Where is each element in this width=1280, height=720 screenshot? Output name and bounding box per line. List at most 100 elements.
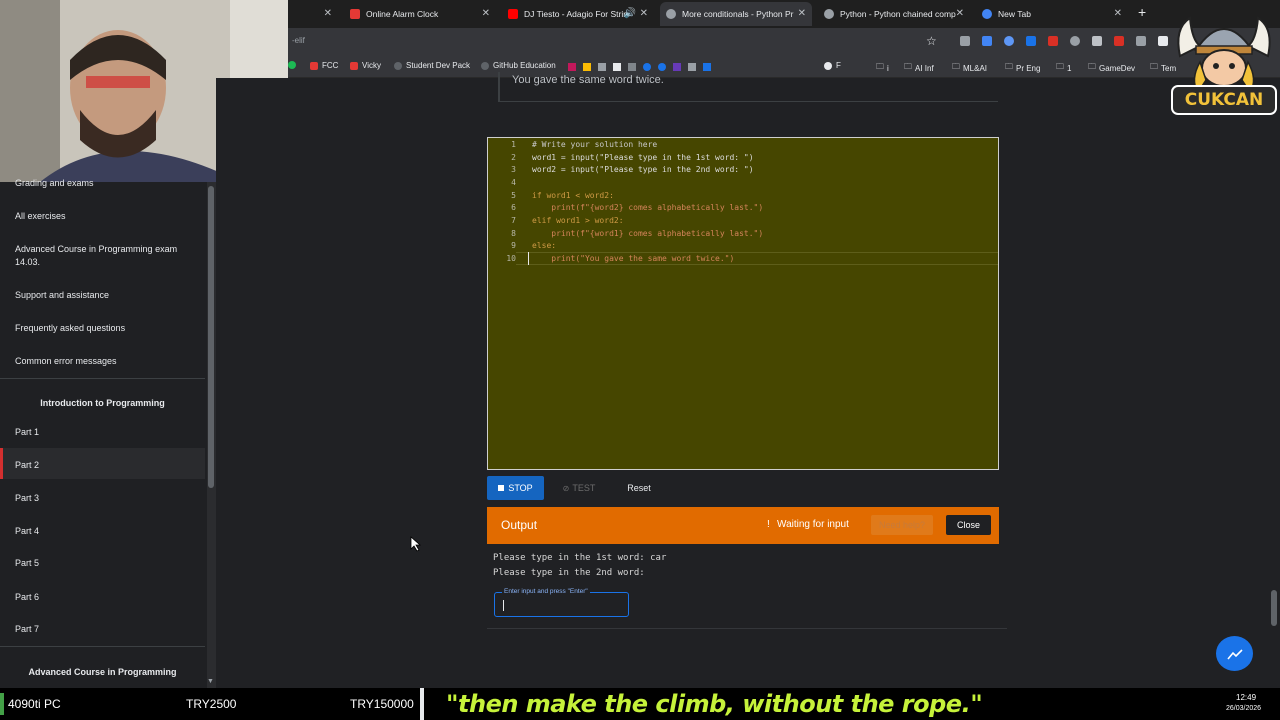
close-icon[interactable]: ✕ — [798, 8, 806, 19]
new-tab-button[interactable]: + — [1138, 4, 1146, 20]
shield-icon[interactable] — [1092, 36, 1102, 46]
bookmark-vicky[interactable]: Vicky — [350, 61, 381, 70]
extension-icon[interactable] — [1070, 36, 1080, 46]
bookmark-icon[interactable] — [703, 63, 711, 71]
need-help-button[interactable]: Need help? — [871, 515, 933, 535]
sidebar-item-exam[interactable]: Advanced Course in Programming exam 14.0… — [15, 243, 195, 269]
folder-icon: 🗀 — [1056, 62, 1064, 71]
adblock-icon[interactable] — [1048, 36, 1058, 46]
text-cursor — [528, 252, 529, 265]
trending-icon — [1226, 648, 1243, 660]
sidebar-section-advanced: Advanced Course in Programming — [28, 667, 177, 677]
code-line[interactable]: print(f"{word2} comes alphabetically las… — [532, 203, 763, 212]
tab-partial[interactable]: ✕ — [300, 2, 338, 26]
sidebar-item-all-exercises[interactable]: All exercises — [15, 211, 66, 221]
code-line[interactable]: # Write your solution here — [532, 140, 657, 149]
close-icon[interactable]: ✕ — [640, 8, 648, 19]
status-indicator — [0, 693, 4, 715]
sidebar-item-support[interactable]: Support and assistance — [15, 290, 109, 300]
bookmark-fcc[interactable]: FCC — [310, 61, 338, 70]
bookmark-folder-gamedev[interactable]: 🗀 GameDev — [1088, 61, 1135, 75]
close-icon[interactable]: ✕ — [956, 8, 964, 19]
bookmark-label: 1 — [1067, 63, 1072, 73]
close-icon[interactable]: ✕ — [324, 8, 332, 19]
stats-fab-button[interactable] — [1216, 636, 1253, 671]
extension-icon[interactable] — [1004, 36, 1014, 46]
bookmark-github-education[interactable]: GitHub Education — [481, 61, 556, 70]
tab-more-conditionals[interactable]: More conditionals - Python Pr ✕ — [660, 2, 812, 26]
sidebar-item-part-7[interactable]: Part 7 — [15, 624, 39, 634]
youtube-icon — [508, 9, 518, 19]
scroll-down-arrow-icon[interactable]: ▼ — [207, 678, 214, 685]
spotify-icon — [288, 61, 296, 69]
github-icon — [394, 61, 402, 70]
puzzle-icon[interactable] — [1158, 36, 1168, 46]
bookmark-icon[interactable] — [688, 63, 696, 71]
url-text[interactable]: -elif — [292, 36, 305, 45]
code-line[interactable]: word1 = input("Please type in the 1st wo… — [532, 153, 754, 162]
line-number: 2 — [511, 153, 516, 162]
output-title: Output — [501, 518, 538, 532]
tab-new-tab[interactable]: New Tab ✕ — [976, 2, 1128, 26]
bookmark-f[interactable]: F — [824, 61, 841, 70]
bookmark-icon[interactable] — [628, 63, 636, 71]
sidebar-item-error-messages[interactable]: Common error messages — [15, 356, 117, 366]
input-cursor — [503, 600, 504, 611]
code-line[interactable]: word2 = input("Please type in the 2nd wo… — [532, 165, 754, 174]
bookmark-icon[interactable] — [673, 63, 681, 71]
tab-python-chained[interactable]: Python - Python chained comp ✕ — [818, 2, 970, 26]
code-editor[interactable]: 1 2 3 4 5 6 7 8 9 10 # Write your soluti… — [487, 137, 999, 470]
close-icon[interactable]: ✕ — [482, 8, 490, 19]
sidebar-item-part-2[interactable]: Part 2 — [15, 460, 39, 470]
bookmark-folder-pr-eng[interactable]: 🗀 Pr Eng — [1005, 61, 1040, 75]
bookmark-icon[interactable] — [568, 63, 576, 71]
close-icon[interactable]: ✕ — [1114, 8, 1122, 19]
test-icon: ⊘ — [562, 483, 570, 493]
mute-icon[interactable]: 🔊 — [624, 8, 636, 19]
tab-alarm-clock[interactable]: Online Alarm Clock ✕ — [344, 2, 496, 26]
test-button[interactable]: ⊘ TEST — [556, 476, 602, 500]
code-line[interactable]: print(f"{word1} comes alphabetically las… — [532, 229, 763, 238]
bookmark-folder-1[interactable]: 🗀 1 — [1056, 61, 1071, 75]
mouse-cursor-icon — [410, 536, 422, 552]
extension-icon[interactable] — [982, 36, 992, 46]
extension-icon[interactable] — [1136, 36, 1146, 46]
output-body: Please type in the 1st word: car Please … — [487, 544, 999, 628]
sidebar-item-faq[interactable]: Frequently asked questions — [15, 323, 125, 333]
bookmark-icon[interactable] — [643, 63, 651, 71]
sidebar-item-part-5[interactable]: Part 5 — [15, 558, 39, 568]
close-output-button[interactable]: Close — [946, 515, 991, 535]
bookmark-icon[interactable] — [583, 63, 591, 71]
bookmark-icon[interactable] — [598, 63, 606, 71]
sidebar-scrollbar-thumb[interactable] — [208, 186, 214, 488]
extension-icon[interactable] — [1114, 36, 1124, 46]
sidebar-item-part-1[interactable]: Part 1 — [15, 427, 39, 437]
output-line: Please type in the 1st word: car — [493, 553, 667, 563]
sidebar-item-part-3[interactable]: Part 3 — [15, 493, 39, 503]
stdin-input[interactable]: Enter input and press "Enter" — [494, 588, 629, 617]
tab-youtube[interactable]: DJ Tiesto - Adagio For Strin 🔊 ✕ — [502, 2, 654, 26]
folder-icon: 🗀 — [1150, 62, 1158, 71]
code-line[interactable]: print("You gave the same word twice.") — [532, 254, 734, 263]
bookmark-icon-row — [568, 63, 818, 71]
x-icon[interactable] — [613, 63, 621, 71]
stop-button[interactable]: STOP — [487, 476, 544, 500]
translate-icon[interactable] — [1026, 36, 1036, 46]
sidebar-item-part-4[interactable]: Part 4 — [15, 526, 39, 536]
page-scrollbar-thumb[interactable] — [1271, 590, 1277, 626]
bookmark-icon — [310, 61, 318, 70]
example-output-text: You gave the same word twice. — [512, 74, 664, 86]
bookmark-student-dev-pack[interactable]: Student Dev Pack — [394, 61, 470, 70]
reset-button[interactable]: Reset — [620, 476, 658, 500]
star-icon[interactable]: ☆ — [926, 34, 937, 48]
bookmark-spotify[interactable] — [288, 61, 300, 69]
code-line[interactable]: elif word1 > word2: — [532, 216, 624, 225]
sidebar-item-part-6[interactable]: Part 6 — [15, 592, 39, 602]
code-line[interactable]: else: — [532, 241, 556, 250]
extension-icon[interactable] — [960, 36, 970, 46]
code-line[interactable]: if word1 < word2: — [532, 191, 614, 200]
address-bar[interactable]: -elif ☆ — [288, 28, 1280, 56]
sidebar-item-grading[interactable]: Grading and exams — [15, 178, 94, 188]
clock-date: 26/03/2026 — [1226, 705, 1262, 712]
bookmark-icon[interactable] — [658, 63, 666, 71]
